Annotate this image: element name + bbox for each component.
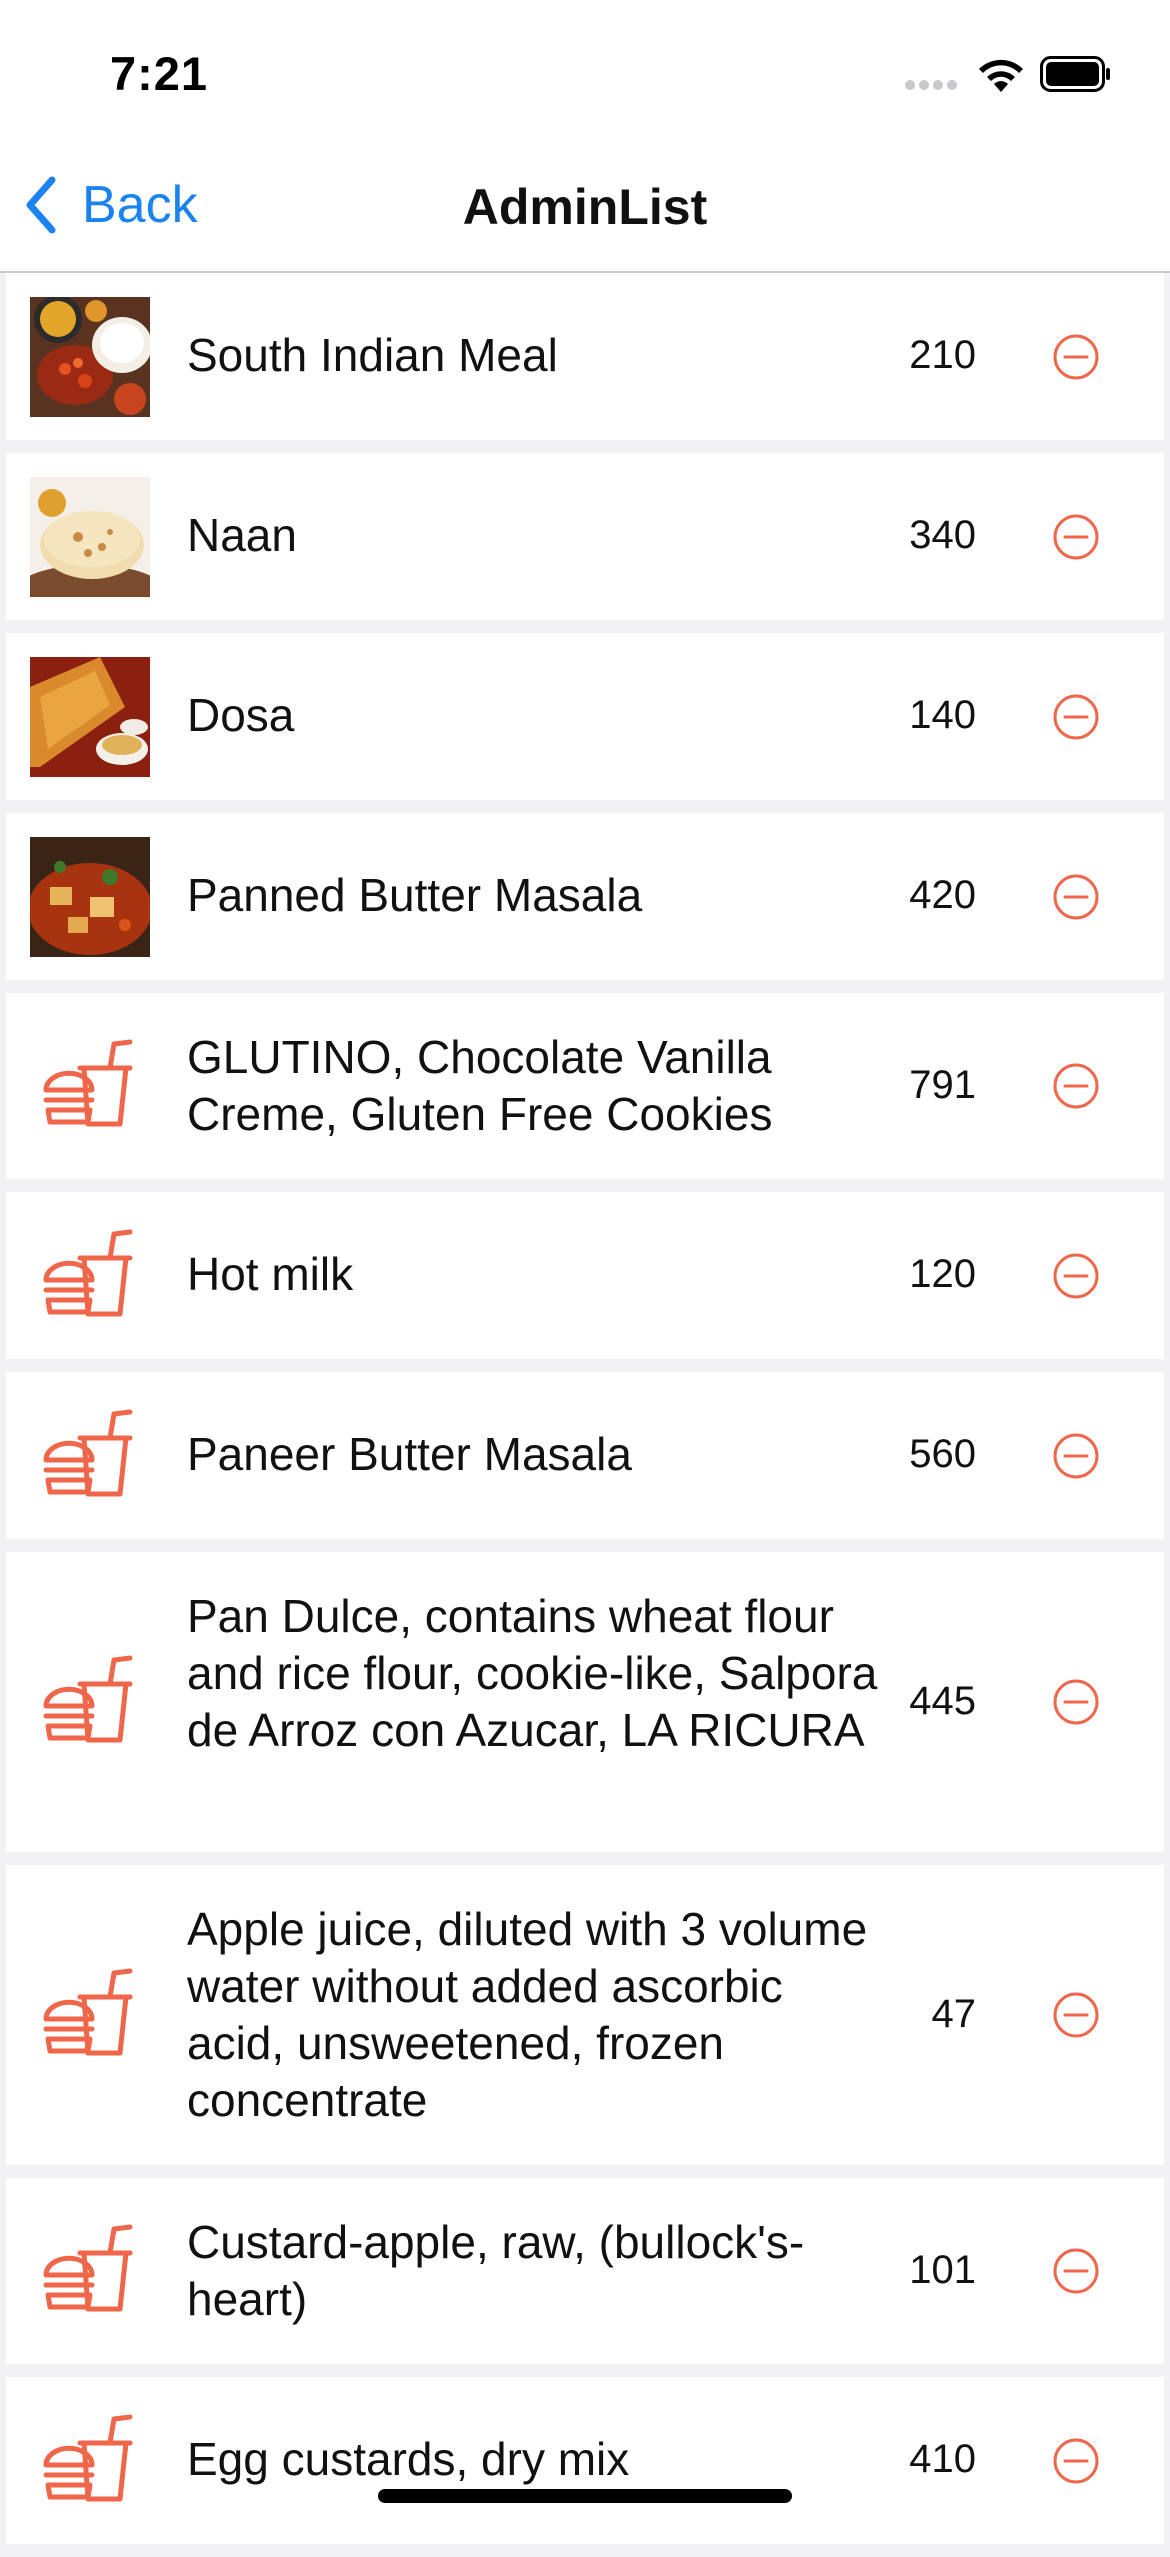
item-name: Dosa (187, 689, 295, 741)
remove-circle-icon[interactable] (1052, 693, 1100, 741)
item-price: 101 (909, 2248, 976, 2292)
butter-masala-photo (30, 837, 150, 957)
remove-circle-icon[interactable] (1052, 1678, 1100, 1726)
status-bar: 7:21 (0, 0, 1170, 140)
item-name: Panned Butter Masala (187, 869, 643, 921)
item-name: Egg custards, dry mix (187, 2433, 630, 2485)
navigation-bar: Back AdminList (0, 140, 1170, 273)
item-name: GLUTINO, Chocolate Vanilla Creme, Gluten… (187, 1031, 773, 1140)
list-item[interactable]: Egg custards, dry mix 410 (6, 2377, 1164, 2544)
wifi-icon (979, 59, 1023, 92)
fast-food-icon (43, 2414, 133, 2502)
fast-food-icon (43, 1039, 133, 1127)
item-name: Naan (187, 509, 297, 561)
remove-circle-icon[interactable] (1052, 1062, 1100, 1110)
remove-circle-icon[interactable] (1052, 513, 1100, 561)
item-price: 560 (909, 1432, 976, 1476)
remove-circle-icon[interactable] (1052, 873, 1100, 921)
battery-icon (1040, 56, 1110, 92)
list-item[interactable]: Dosa 140 (6, 633, 1164, 800)
remove-circle-icon[interactable] (1052, 1432, 1100, 1480)
remove-circle-icon[interactable] (1052, 333, 1100, 381)
item-name: Apple juice, diluted with 3 volume water… (187, 1903, 868, 2126)
item-name: Hot milk (187, 1248, 354, 1300)
fast-food-icon (43, 1968, 133, 2056)
item-price: 420 (909, 873, 976, 917)
dosa-photo (30, 657, 150, 777)
admin-food-list: South Indian Meal 210 Naan 340 Dosa 140 … (6, 273, 1164, 2557)
item-price: 340 (909, 513, 976, 557)
remove-circle-icon[interactable] (1052, 1991, 1100, 2039)
fast-food-icon (43, 1655, 133, 1743)
list-item[interactable]: Custard-apple, raw, (bullock's-heart) 10… (6, 2178, 1164, 2364)
naan-photo (30, 477, 150, 597)
item-name: Custard-apple, raw, (bullock's-heart) (187, 2216, 805, 2325)
item-price: 445 (909, 1679, 976, 1723)
item-price: 120 (909, 1252, 976, 1296)
home-indicator[interactable] (378, 2489, 792, 2503)
list-item[interactable]: Apple juice, diluted with 3 volume water… (6, 1865, 1164, 2165)
status-time: 7:21 (110, 47, 209, 100)
item-price: 410 (909, 2437, 976, 2481)
fast-food-icon (43, 1409, 133, 1497)
list-item[interactable]: Paneer Butter Masala 560 (6, 1372, 1164, 1539)
list-item[interactable]: Hot milk 120 (6, 1192, 1164, 1359)
list-item[interactable]: South Indian Meal 210 (6, 273, 1164, 440)
fast-food-icon (43, 1229, 133, 1317)
item-name: Pan Dulce, contains wheat flour and rice… (187, 1590, 878, 1756)
list-item[interactable]: Naan 340 (6, 453, 1164, 620)
cellular-signal-icon (905, 80, 957, 92)
fast-food-icon (43, 2224, 133, 2312)
item-name: Paneer Butter Masala (187, 1428, 632, 1480)
list-item[interactable]: GLUTINO, Chocolate Vanilla Creme, Gluten… (6, 993, 1164, 1179)
list-item[interactable]: Pan Dulce, contains wheat flour and rice… (6, 1552, 1164, 1852)
item-name: South Indian Meal (187, 329, 558, 381)
item-price: 47 (931, 1992, 977, 2036)
south-indian-meal-photo (30, 297, 150, 417)
remove-circle-icon[interactable] (1052, 1252, 1100, 1300)
item-price: 210 (909, 333, 976, 377)
item-price: 140 (909, 693, 976, 737)
item-price: 791 (909, 1063, 976, 1107)
list-item[interactable]: Panned Butter Masala 420 (6, 813, 1164, 980)
remove-circle-icon[interactable] (1052, 2437, 1100, 2485)
remove-circle-icon[interactable] (1052, 2247, 1100, 2295)
page-title: AdminList (462, 179, 708, 235)
